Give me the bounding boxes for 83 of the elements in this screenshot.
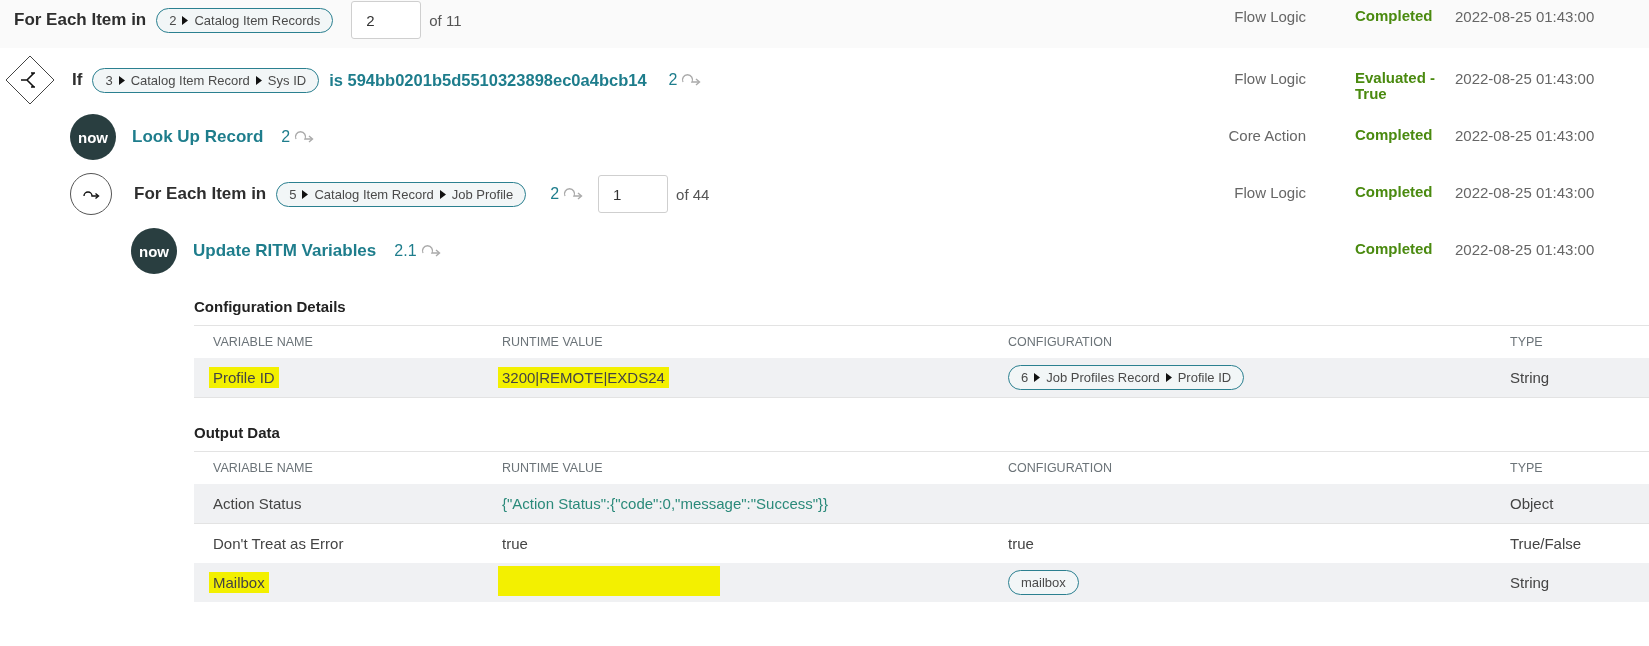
timestamp: 2022-08-25 01:43:00 — [1455, 184, 1595, 201]
caret-icon — [439, 189, 446, 199]
table-cell: Profile ID — [209, 367, 279, 388]
caret-icon — [1034, 373, 1041, 382]
table-cell: true — [502, 535, 528, 552]
column-header: CONFIGURATION — [1008, 335, 1113, 349]
data-pill[interactable]: 6 Job Profiles Record Profile ID — [1008, 365, 1245, 390]
column-header: TYPE — [1510, 461, 1544, 475]
pill-label: Job Profiles Record — [1046, 370, 1160, 385]
pill-label: Catalog Item Records — [194, 12, 321, 28]
pill-label: Catalog Item Record — [130, 72, 250, 88]
status-text: Completed — [1355, 184, 1434, 200]
table-cell: Action Status — [213, 495, 302, 512]
step-title: If — [72, 70, 83, 90]
status-text: Completed — [1355, 127, 1434, 143]
timestamp: 2022-08-25 01:43:00 — [1455, 8, 1595, 25]
condition-text: is 594bb0201b5d5510323898ec0a4bcb14 — [329, 70, 647, 90]
timestamp: 2022-08-25 01:43:00 — [1455, 127, 1595, 144]
branch-icon — [4, 54, 56, 106]
action-link[interactable]: Update RITM Variables — [193, 241, 377, 261]
timestamp: 2022-08-25 01:43:00 — [1455, 241, 1595, 258]
caret-icon — [302, 189, 309, 199]
iteration-total: of 44 — [676, 185, 710, 203]
data-pill[interactable]: 2 Catalog Item Records — [156, 7, 334, 33]
pill-label: Profile ID — [1177, 370, 1232, 385]
pill-label: 5 — [289, 186, 297, 202]
section-title: Configuration Details — [194, 297, 347, 317]
selected-row[interactable]: For Each Item in 2 Catalog Item Records 2 of 11 Flow Logic Completed 2022-08-25 01:43:00 — [0, 0, 1649, 48]
pill-label: Job Profile — [451, 186, 514, 202]
status-text: Completed — [1355, 241, 1434, 257]
column-header: RUNTIME VALUE — [502, 461, 604, 475]
caret-icon — [255, 75, 262, 85]
status-text: Completed — [1355, 8, 1434, 24]
timestamp: 2022-08-25 01:43:00 — [1455, 70, 1595, 87]
loop-arrow-icon — [293, 130, 316, 144]
run-count[interactable]: 2 — [281, 128, 291, 146]
pill-label: Catalog Item Record — [314, 186, 434, 202]
table-cell: true — [1008, 535, 1034, 552]
table-cell: Don't Treat as Error — [213, 535, 344, 552]
iteration-field[interactable]: 2 — [351, 1, 422, 39]
pill-label: Sys ID — [267, 72, 307, 88]
step-type: Flow Logic — [1234, 8, 1306, 25]
table-cell: True/False — [1510, 535, 1582, 552]
step-type: Flow Logic — [1234, 184, 1306, 201]
run-count[interactable]: 2.1 — [394, 242, 417, 260]
table-cell: 3200|REMOTE|EXDS24 — [498, 367, 669, 388]
pill-label: 2 — [169, 12, 177, 28]
column-header: VARIABLE NAME — [213, 461, 314, 475]
step-type: Core Action — [1228, 127, 1306, 144]
column-header: TYPE — [1510, 335, 1544, 349]
caret-icon — [1165, 373, 1172, 382]
data-pill[interactable]: 3 Catalog Item Record Sys ID — [92, 67, 320, 93]
loop-arrow-icon — [680, 73, 703, 87]
table-cell: String — [1510, 369, 1550, 386]
pill-label: mailbox — [1021, 575, 1066, 590]
step-title: For Each Item in — [134, 184, 267, 204]
run-count[interactable]: 2 — [668, 71, 678, 89]
column-header: VARIABLE NAME — [213, 335, 314, 349]
pill-label: 3 — [105, 72, 113, 88]
column-header: RUNTIME VALUE — [502, 335, 604, 349]
logo-icon: now — [70, 114, 116, 160]
loop-arrow-icon — [82, 188, 100, 200]
iteration-total: of 11 — [429, 11, 462, 29]
step-title: For Each Item in — [14, 10, 147, 30]
data-pill[interactable]: 5 Catalog Item Record Job Profile — [276, 181, 527, 207]
table-cell: {"Action Status":{"code":0,"message":"Success"}} — [502, 495, 829, 512]
data-pill[interactable]: mailbox — [1008, 570, 1079, 595]
status-text: Evaluated - True — [1355, 70, 1437, 102]
caret-icon — [182, 15, 189, 25]
action-link[interactable]: Look Up Record — [132, 127, 264, 147]
pill-label: 6 — [1021, 370, 1029, 385]
logo-icon: now — [131, 228, 177, 274]
step-type: Flow Logic — [1234, 70, 1306, 87]
table-cell: String — [1510, 574, 1550, 591]
caret-icon — [118, 75, 125, 85]
loop-arrow-icon — [562, 187, 585, 201]
section-title: Output Data — [194, 423, 281, 443]
table-cell: Mailbox — [209, 572, 269, 593]
run-count[interactable]: 2 — [550, 185, 560, 203]
iteration-field[interactable]: 1 — [598, 175, 669, 213]
loop-arrow-icon — [419, 244, 442, 258]
table-cell: Object — [1510, 495, 1554, 512]
column-header: CONFIGURATION — [1008, 461, 1113, 475]
